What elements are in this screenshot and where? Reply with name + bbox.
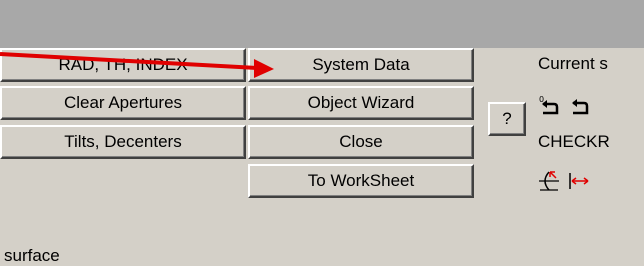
to-worksheet-button[interactable]: To WorkSheet	[248, 164, 474, 198]
title-bar	[0, 0, 644, 48]
undo-icon[interactable]	[568, 94, 590, 116]
surface-label: surface	[4, 246, 60, 265]
close-button[interactable]: Close	[248, 125, 474, 159]
checkr-label: CHECKR	[538, 132, 610, 151]
decenter-check-icon[interactable]	[568, 170, 590, 192]
system-data-button[interactable]: System Data	[248, 48, 474, 82]
tilts-decenters-button[interactable]: Tilts, Decenters	[0, 125, 246, 159]
aperture-check-icon[interactable]	[538, 170, 560, 192]
current-label: Current s	[538, 54, 608, 73]
object-wizard-button[interactable]: Object Wizard	[248, 86, 474, 120]
help-button[interactable]: ?	[488, 102, 526, 136]
clear-apertures-button[interactable]: Clear Apertures	[0, 86, 246, 120]
undo-zero-icon[interactable]: 0	[538, 94, 560, 116]
rad-th-index-button[interactable]: RAD, TH, INDEX	[0, 48, 246, 82]
svg-text:0: 0	[539, 95, 544, 104]
